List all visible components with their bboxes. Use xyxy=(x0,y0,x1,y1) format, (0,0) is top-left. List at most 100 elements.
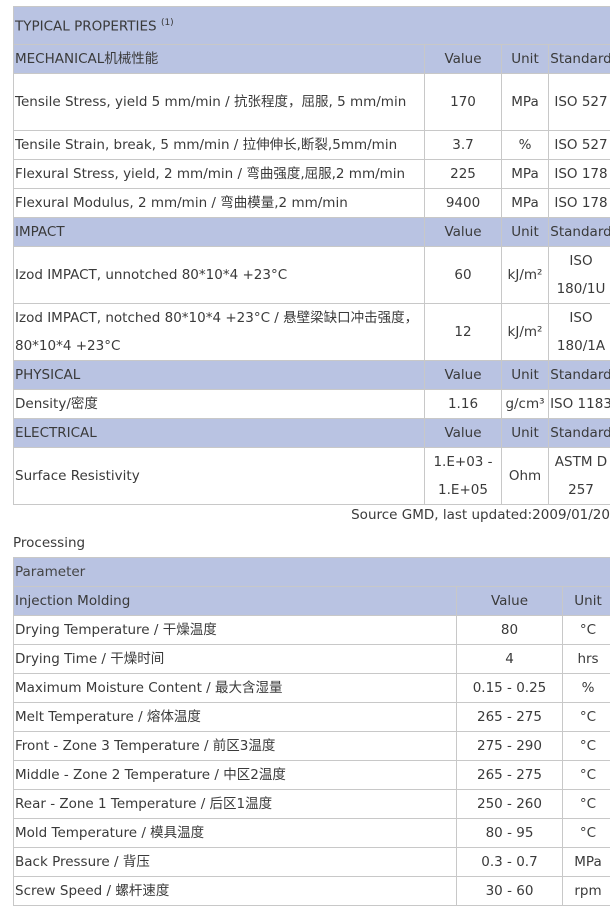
parameter-label: Drying Temperature / 干燥温度 xyxy=(13,615,457,645)
col-standard-header: Standard xyxy=(548,417,610,448)
col-standard-header: Standard xyxy=(548,359,610,390)
col-unit-header: Unit xyxy=(501,417,549,448)
col-unit-header: Unit xyxy=(501,43,549,74)
col-value-header: Value xyxy=(456,586,563,616)
table-row: Maximum Moisture Content / 最大含湿量 0.15 - 0… xyxy=(13,673,610,703)
table-row: Izod IMPACT, unnotched 80*10*4 +23°C 60 … xyxy=(13,245,610,304)
parameter-label: Maximum Moisture Content / 最大含湿量 xyxy=(13,673,457,703)
property-standard: ISO 527 xyxy=(548,72,610,131)
parameter-label: Drying Time / 干燥时间 xyxy=(13,644,457,674)
property-value: 1.16 xyxy=(424,388,502,419)
parameter-label: Front - Zone 3 Temperature / 前区3温度 xyxy=(13,731,457,761)
col-standard-header: Standard xyxy=(548,216,610,247)
table-row: Drying Time / 干燥时间 4 hrs xyxy=(13,644,610,674)
property-standard: ISO 178 xyxy=(548,187,610,218)
parameter-label: Middle - Zone 2 Temperature / 中区2温度 xyxy=(13,760,457,790)
property-label: Flexural Stress, yield, 2 mm/min / 弯曲强度,… xyxy=(13,158,425,189)
table-row: Rear - Zone 1 Temperature / 后区1温度 250 - 2… xyxy=(13,789,610,819)
parameter-label: Back Pressure / 背压 xyxy=(13,847,457,877)
parameter-label: Melt Temperature / 熔体温度 xyxy=(13,702,457,732)
parameter-unit: MPa xyxy=(561,847,610,877)
table-row: Back Pressure / 背压 0.3 - 0.7 MPa xyxy=(13,847,610,877)
table-row: Front - Zone 3 Temperature / 前区3温度 275 - … xyxy=(13,731,610,761)
properties-title-footnote: (1) xyxy=(160,18,174,28)
processing-header-row: Parameter xyxy=(12,557,610,587)
property-unit: % xyxy=(501,129,549,160)
property-label: Density/密度 xyxy=(13,388,425,419)
property-unit: kJ/m² xyxy=(501,245,549,304)
parameter-unit: °C xyxy=(561,702,610,732)
table-row: Middle - Zone 2 Temperature / 中区2温度 265 -… xyxy=(13,760,610,790)
parameter-unit: °C xyxy=(561,731,610,761)
property-label: Flexural Modulus, 2 mm/min / 弯曲模量,2 mm/m… xyxy=(13,187,425,218)
table-row: Screw Speed / 螺杆速度 30 - 60 rpm xyxy=(13,876,610,906)
parameter-value: 275 - 290 xyxy=(456,731,563,761)
property-value: 3.7 xyxy=(424,129,502,160)
table-row: Flexural Stress, yield, 2 mm/min / 弯曲强度,… xyxy=(13,158,610,189)
typical-properties-table: TYPICAL PROPERTIES (1) MECHANICAL机械性能 Va… xyxy=(13,6,610,505)
parameter-unit: °C xyxy=(561,789,610,819)
table-row: Melt Temperature / 熔体温度 265 - 275 °C xyxy=(13,702,610,732)
property-standard: ISO 180/1U xyxy=(548,245,610,304)
table-row: Tensile Stress, yield 5 mm/min / 抗张程度，屈服… xyxy=(13,72,610,131)
parameter-header: Parameter xyxy=(12,557,610,587)
property-label: Izod IMPACT, notched 80*10*4 +23°C / 悬壁梁… xyxy=(13,302,425,361)
section-header-impact: IMPACT Value Unit Standard xyxy=(13,216,610,247)
property-value: 9400 xyxy=(424,187,502,218)
property-value: 60 xyxy=(424,245,502,304)
property-unit: Ohm xyxy=(501,446,549,505)
property-value: 170 xyxy=(424,72,502,131)
properties-title-row: TYPICAL PROPERTIES (1) xyxy=(13,6,610,45)
table-row: Tensile Strain, break, 5 mm/min / 拉伸伸长,断… xyxy=(13,129,610,160)
col-value-header: Value xyxy=(424,359,502,390)
col-standard-header: Standard xyxy=(548,43,610,74)
section-name: MECHANICAL机械性能 xyxy=(13,43,425,74)
property-unit: MPa xyxy=(501,187,549,218)
parameter-unit: °C xyxy=(561,760,610,790)
property-standard: ASTM D 257 xyxy=(548,446,610,505)
parameter-value: 0.3 - 0.7 xyxy=(456,847,563,877)
property-standard: ISO 527 xyxy=(548,129,610,160)
parameter-value: 4 xyxy=(456,644,563,674)
table-row: Izod IMPACT, notched 80*10*4 +23°C / 悬壁梁… xyxy=(13,302,610,361)
property-standard: ISO 180/1A xyxy=(548,302,610,361)
parameter-unit: % xyxy=(561,673,610,703)
parameter-label: Rear - Zone 1 Temperature / 后区1温度 xyxy=(13,789,457,819)
property-standard: ISO 1183 xyxy=(548,388,610,419)
section-header-mechanical: MECHANICAL机械性能 Value Unit Standard xyxy=(13,43,610,74)
table-row: Density/密度 1.16 g/cm³ ISO 1183 xyxy=(13,388,610,419)
table-row: Flexural Modulus, 2 mm/min / 弯曲模量,2 mm/m… xyxy=(13,187,610,218)
parameter-value: 80 xyxy=(456,615,563,645)
property-value: 12 xyxy=(424,302,502,361)
processing-label: Processing xyxy=(13,535,86,551)
property-unit: g/cm³ xyxy=(501,388,549,419)
col-unit-header: Unit xyxy=(561,586,610,616)
parameter-value: 80 - 95 xyxy=(456,818,563,848)
parameter-value: 250 - 260 xyxy=(456,789,563,819)
properties-title-text: TYPICAL PROPERTIES xyxy=(15,18,157,35)
section-name: Injection Molding xyxy=(13,586,457,616)
property-value: 1.E+03 - 1.E+05 xyxy=(424,446,502,505)
parameter-label: Screw Speed / 螺杆速度 xyxy=(13,876,457,906)
parameter-value: 265 - 275 xyxy=(456,702,563,732)
property-label: Tensile Strain, break, 5 mm/min / 拉伸伸长,断… xyxy=(13,129,425,160)
property-unit: kJ/m² xyxy=(501,302,549,361)
properties-title: TYPICAL PROPERTIES (1) xyxy=(13,6,610,45)
col-value-header: Value xyxy=(424,43,502,74)
parameter-unit: hrs xyxy=(561,644,610,674)
parameter-unit: °C xyxy=(561,615,610,645)
table-row: Surface Resistivity 1.E+03 - 1.E+05 Ohm … xyxy=(13,446,610,505)
section-name: IMPACT xyxy=(13,216,425,247)
parameter-value: 265 - 275 xyxy=(456,760,563,790)
property-value: 225 xyxy=(424,158,502,189)
parameter-unit: rpm xyxy=(561,876,610,906)
source-note: Source GMD, last updated:2009/01/20 xyxy=(351,507,610,523)
col-unit-header: Unit xyxy=(501,216,549,247)
section-header-physical: PHYSICAL Value Unit Standard xyxy=(13,359,610,390)
parameter-unit: °C xyxy=(561,818,610,848)
table-row: Mold Temperature / 模具温度 80 - 95 °C xyxy=(13,818,610,848)
property-label: Izod IMPACT, unnotched 80*10*4 +23°C xyxy=(13,245,425,304)
section-header-electrical: ELECTRICAL Value Unit Standard xyxy=(13,417,610,448)
property-standard: ISO 178 xyxy=(548,158,610,189)
property-unit: MPa xyxy=(501,72,549,131)
